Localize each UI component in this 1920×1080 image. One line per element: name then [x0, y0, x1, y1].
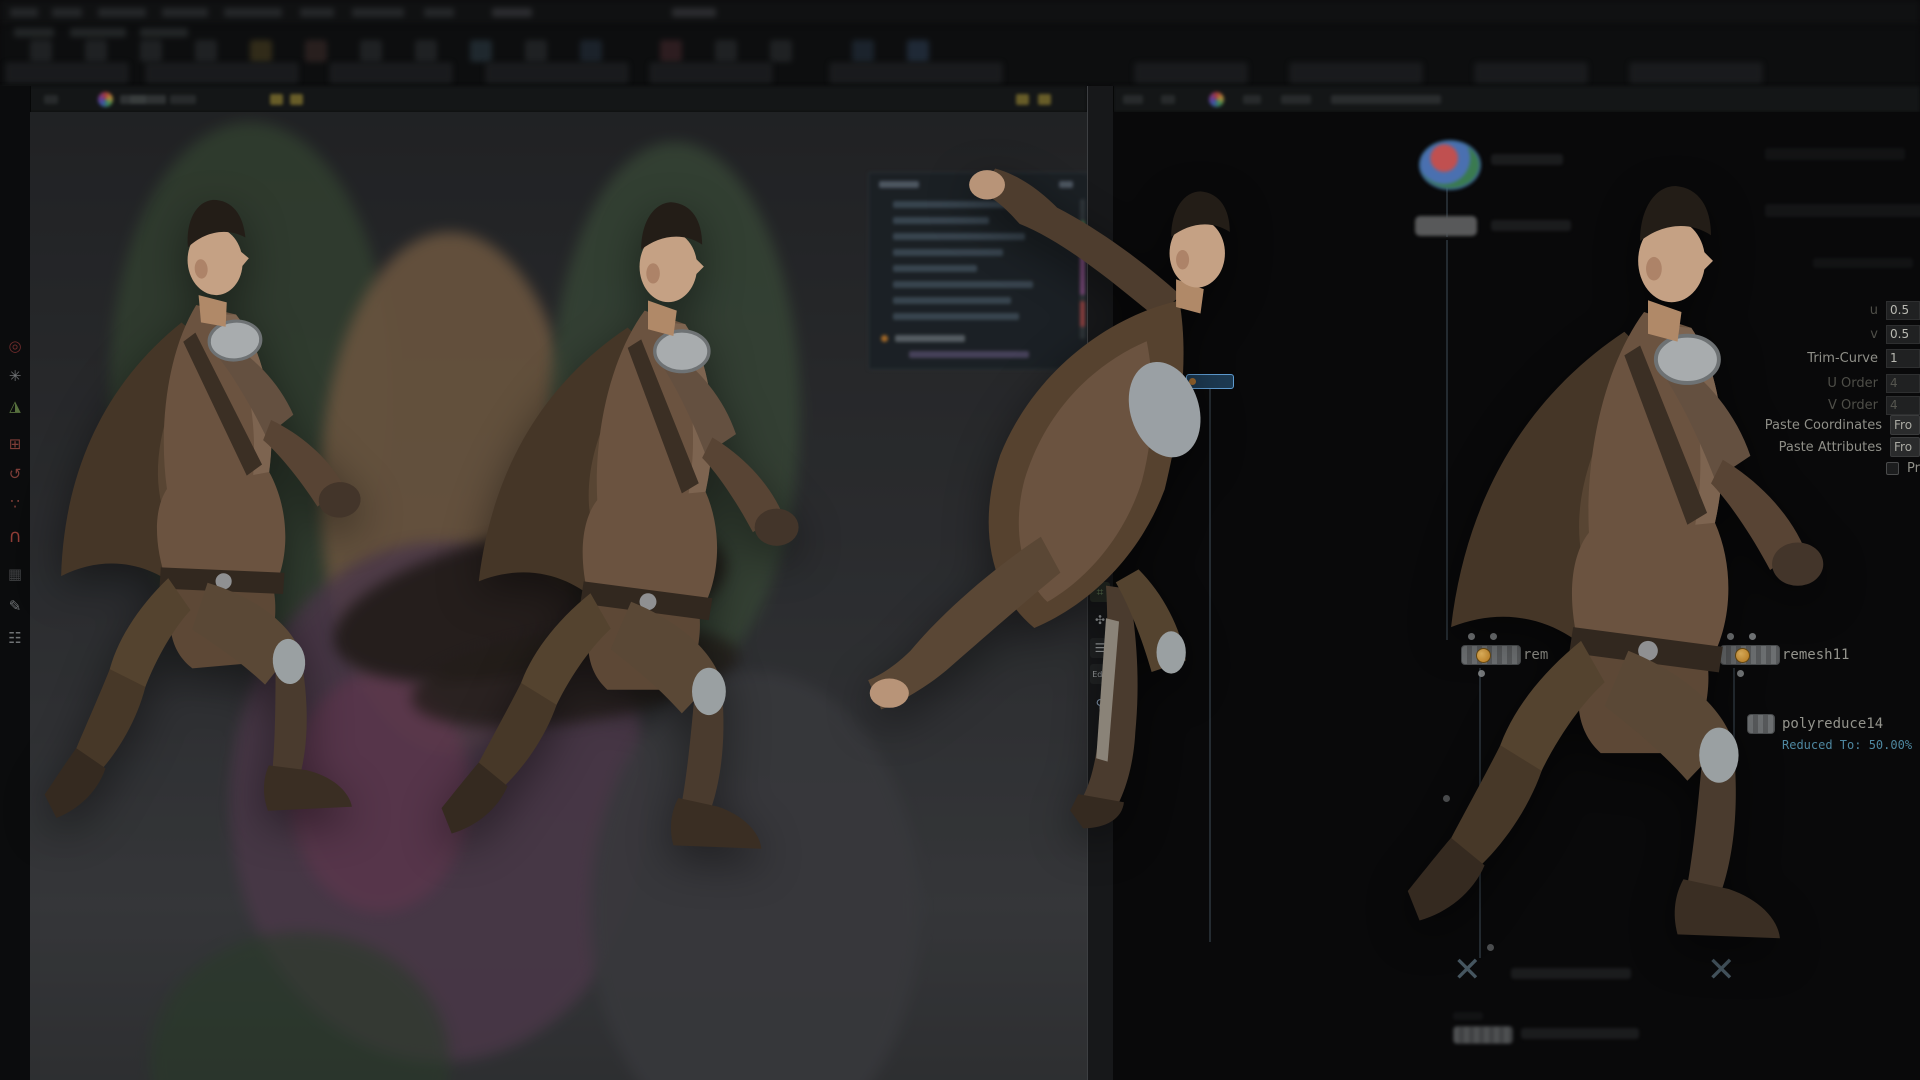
pane-tab-icon	[98, 92, 113, 107]
shelf-tool-icon[interactable]	[360, 40, 382, 62]
shelf-tool-icon[interactable]	[85, 40, 107, 62]
shelf-tool-icon[interactable]	[415, 40, 437, 62]
shelf-tool-icon[interactable]	[580, 40, 602, 62]
shelf-tool-icon[interactable]	[852, 40, 874, 62]
left-pane-tab-bar[interactable]	[0, 86, 1087, 113]
character-runner-2	[428, 178, 868, 890]
viewport-option-icon[interactable]	[1038, 94, 1051, 105]
character-runner-4	[1392, 158, 1904, 986]
shelf-tool-icon[interactable]	[525, 40, 547, 62]
shelf-tool-icon[interactable]	[250, 40, 272, 62]
shelf-tool-icon[interactable]	[305, 40, 327, 62]
snap-toggle-icon[interactable]	[290, 94, 303, 105]
pane-tab-icon	[1209, 92, 1224, 107]
shelf-tool-icon[interactable]	[30, 40, 52, 62]
shelf-tool-icon[interactable]	[907, 40, 929, 62]
houdini-application-window: ◎ ✳ ◮ ⊞ ↺ ∵ ∩ ▦ ✎ ☷	[0, 0, 1920, 1080]
shelf-tool-icon[interactable]	[715, 40, 737, 62]
shelf-tool-icon[interactable]	[140, 40, 162, 62]
character-faller-3	[856, 162, 1356, 830]
secondary-toolbar	[0, 60, 1920, 86]
shelf-tool-icon[interactable]	[470, 40, 492, 62]
shelf-tool-icon[interactable]	[195, 40, 217, 62]
shelf-tool-icon[interactable]	[660, 40, 682, 62]
menu-bar[interactable]	[0, 0, 1920, 27]
param-label: Pr	[1907, 461, 1920, 476]
snap-toggle-icon[interactable]	[270, 94, 283, 105]
character-runner-1	[8, 178, 428, 856]
output-node[interactable]	[1453, 1026, 1513, 1044]
network-pane-tab-bar[interactable]	[1113, 86, 1920, 113]
viewport-option-icon[interactable]	[1016, 94, 1029, 105]
shelf-tool-icon[interactable]	[770, 40, 792, 62]
